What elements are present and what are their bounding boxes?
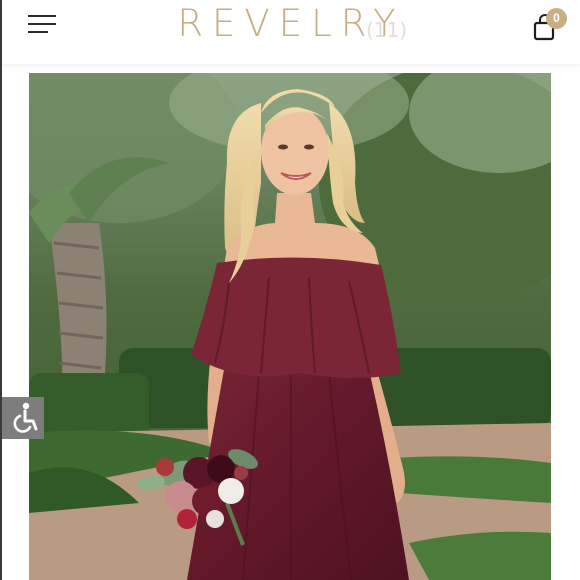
left-border bbox=[0, 0, 2, 580]
cart-button[interactable]: 0 bbox=[532, 8, 572, 44]
cart-count-badge: 0 bbox=[546, 8, 567, 29]
product-page: REVELRY (11) 0 bbox=[0, 0, 580, 580]
brand-logo[interactable]: REVELRY bbox=[2, 2, 580, 46]
product-photo[interactable] bbox=[29, 73, 551, 580]
wheelchair-icon bbox=[13, 402, 38, 433]
site-header: REVELRY (11) 0 bbox=[2, 0, 580, 64]
accessibility-button[interactable] bbox=[2, 397, 44, 439]
ghost-count: (11) bbox=[366, 18, 408, 42]
product-photo-illustration bbox=[29, 73, 551, 580]
